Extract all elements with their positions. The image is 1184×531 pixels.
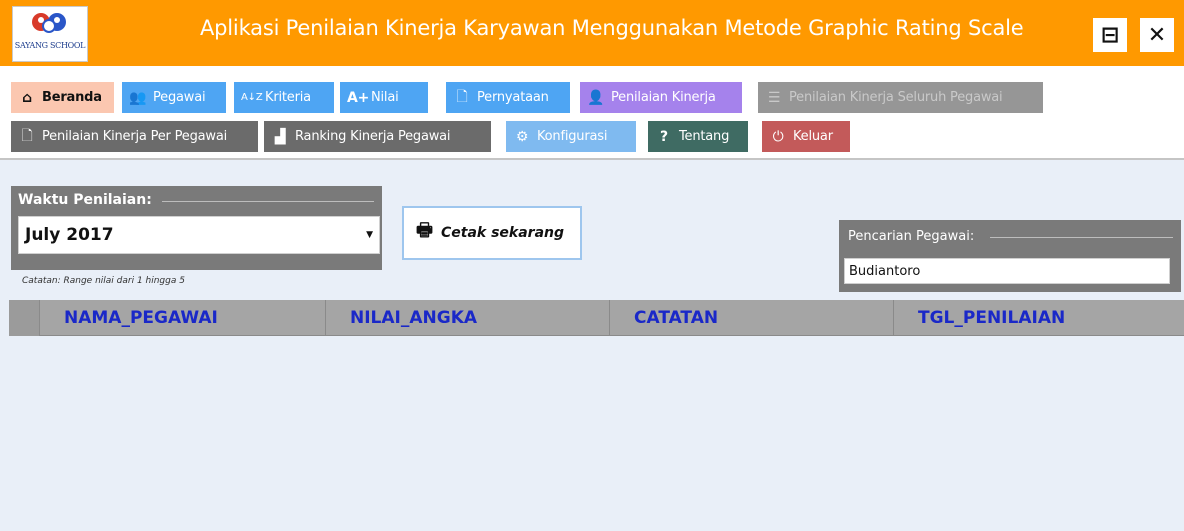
beranda-label: Beranda [42,90,102,105]
tentang-label: Tentang [679,129,730,144]
user-evaluate-icon: 👤 [587,89,605,106]
column-header-nama-pegawai[interactable]: NAMA_PEGAWAI [40,300,326,336]
kriteria-label: Kriteria [265,90,311,105]
konfigurasi-label: Konfigurasi [537,129,608,144]
konfigurasi-button[interactable]: ⚙ Konfigurasi [506,121,636,152]
question-icon: ? [660,128,668,145]
range-note: Catatan: Range nilai dari 1 hingga 5 [22,276,185,286]
document-icon: 🗋 [456,88,468,105]
ranking-label: Ranking Kinerja Pegawai [295,129,451,144]
penilaian-seluruh-label: Penilaian Kinerja Seluruh Pegawai [789,90,1003,105]
grade-icon: A+ [347,89,370,106]
penilaian-per-pegawai-button[interactable]: 🗋 Penilaian Kinerja Per Pegawai [11,121,258,152]
keluar-label: Keluar [793,129,833,144]
row-header-corner[interactable] [9,300,40,336]
title-bar: SAYANG SCHOOL Aplikasi Penilaian Kinerja… [0,0,1184,66]
printer-icon: 🖶 [416,220,433,241]
users-icon: 👥 [129,89,147,106]
penilaian-per-pegawai-label: Penilaian Kinerja Per Pegawai [42,129,228,144]
pegawai-label: Pegawai [153,90,206,105]
sort-az-icon: A↓Z [241,92,263,103]
logo-text: SAYANG SCHOOL [14,41,86,50]
nilai-button[interactable]: A+ Nilai [340,82,428,113]
pernyataan-label: Pernyataan [477,90,549,105]
close-icon: ✕ [1147,22,1167,48]
pegawai-button[interactable]: 👥 Pegawai [122,82,226,113]
minimize-button[interactable]: ⊟ [1093,18,1127,52]
tentang-button[interactable]: ? Tentang [648,121,748,152]
penilaian-seluruh-button[interactable]: ☰ Penilaian Kinerja Seluruh Pegawai [758,82,1043,113]
document-icon: 🗋 [21,127,33,144]
kriteria-button[interactable]: A↓Z Kriteria [234,82,334,113]
power-icon: ⏻ [772,128,784,145]
gear-icon: ⚙ [515,128,529,145]
report-icon: ☰ [767,89,781,106]
app-title: Aplikasi Penilaian Kinerja Karyawan Meng… [200,16,1024,40]
data-grid: NAMA_PEGAWAI NILAI_ANGKA CATATAN TGL_PEN… [9,300,1184,531]
mascot-icon [32,13,66,33]
ranking-button[interactable]: ▟ Ranking Kinerja Pegawai [264,121,491,152]
waktu-penilaian-value: July 2017 [25,225,114,245]
waktu-penilaian-label: Waktu Penilaian: [18,192,152,208]
column-header-catatan[interactable]: CATATAN [610,300,894,336]
home-icon: ⌂ [22,89,32,106]
minimize-icon: ⊟ [1100,22,1120,48]
cetak-button[interactable]: 🖶 Cetak sekarang [402,206,582,260]
nilai-label: Nilai [371,90,399,105]
ranking-icon: ▟ [274,128,286,145]
group-divider [990,237,1173,238]
beranda-button[interactable]: ⌂ Beranda [11,82,114,113]
school-logo: SAYANG SCHOOL [12,6,88,62]
close-button[interactable]: ✕ [1140,18,1174,52]
cetak-label: Cetak sekarang [441,225,565,241]
keluar-button[interactable]: ⏻ Keluar [762,121,850,152]
penilaian-kinerja-label: Penilaian Kinerja [611,90,716,105]
pencarian-pegawai-label: Pencarian Pegawai: [848,229,975,244]
dropdown-arrow-icon[interactable]: ▼ [366,230,373,240]
column-header-tgl-penilaian[interactable]: TGL_PENILAIAN [894,300,1184,336]
search-input[interactable] [844,258,1170,284]
group-divider [162,201,374,202]
pernyataan-button[interactable]: 🗋 Pernyataan [446,82,570,113]
waktu-penilaian-select[interactable]: July 2017 ▼ [18,216,380,254]
penilaian-kinerja-button[interactable]: 👤 Penilaian Kinerja [580,82,742,113]
grid-header: NAMA_PEGAWAI NILAI_ANGKA CATATAN TGL_PEN… [9,300,1184,336]
column-header-nilai-angka[interactable]: NILAI_ANGKA [326,300,610,336]
